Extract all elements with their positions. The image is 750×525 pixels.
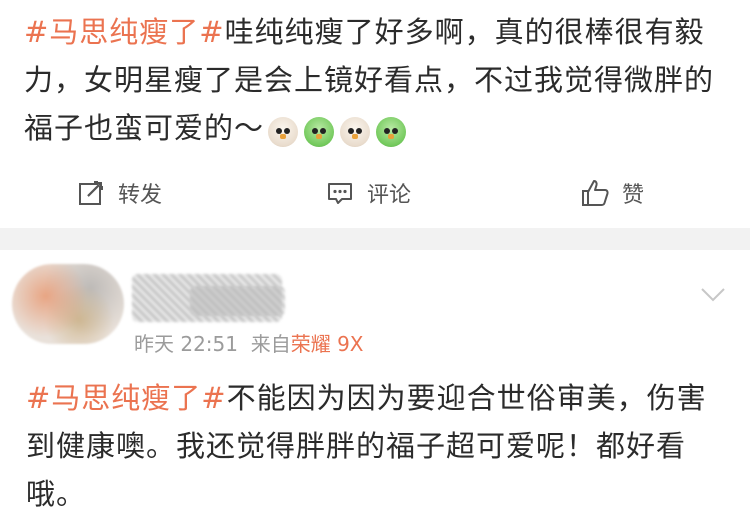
repost-button[interactable]: 转发 [76, 168, 162, 218]
hashtag-link[interactable]: #马思纯瘦了# [24, 15, 225, 49]
post-meta: 昨天 22:51 来自荣耀 9X [134, 328, 364, 357]
chick-white-icon [340, 117, 371, 147]
thumbs-up-icon [582, 180, 609, 206]
source-prefix: 来自 [250, 332, 291, 356]
post-body-1: #马思纯瘦了#哇纯纯瘦了好多啊，真的很棒很有毅力，女明星瘦了是会上镜好看点，不过… [24, 8, 729, 154]
chevron-down-icon[interactable] [700, 286, 726, 304]
device-link[interactable]: 荣耀 9X [291, 332, 364, 356]
section-divider [0, 228, 750, 250]
chick-green-icon [304, 117, 335, 147]
repost-icon [79, 180, 104, 205]
username-blurred-2 [190, 286, 285, 316]
comment-button[interactable]: 评论 [325, 168, 411, 218]
emoji-row [268, 106, 412, 154]
like-button[interactable]: 赞 [580, 168, 644, 218]
post-card-1: #马思纯瘦了#哇纯纯瘦了好多啊，真的很棒很有毅力，女明星瘦了是会上镜好看点，不过… [0, 0, 750, 228]
comment-icon [328, 183, 352, 204]
repost-label: 转发 [118, 183, 163, 208]
avatar[interactable] [12, 264, 124, 344]
chick-white-icon [268, 117, 299, 147]
hashtag-link-2[interactable]: #马思纯瘦了# [26, 381, 227, 415]
like-label: 赞 [622, 183, 645, 208]
post-time: 昨天 22:51 [134, 332, 238, 356]
comment-label: 评论 [367, 183, 412, 208]
chick-green-icon [376, 117, 407, 147]
post-body-2: #马思纯瘦了#不能因为因为要迎合世俗审美，伤害到健康噢。我还觉得胖胖的福子超可爱… [26, 374, 726, 518]
post-card-2: 昨天 22:51 来自荣耀 9X #马思纯瘦了#不能因为因为要迎合世俗审美，伤害… [0, 250, 750, 525]
action-bar: 转发 评论 赞 [0, 168, 750, 218]
